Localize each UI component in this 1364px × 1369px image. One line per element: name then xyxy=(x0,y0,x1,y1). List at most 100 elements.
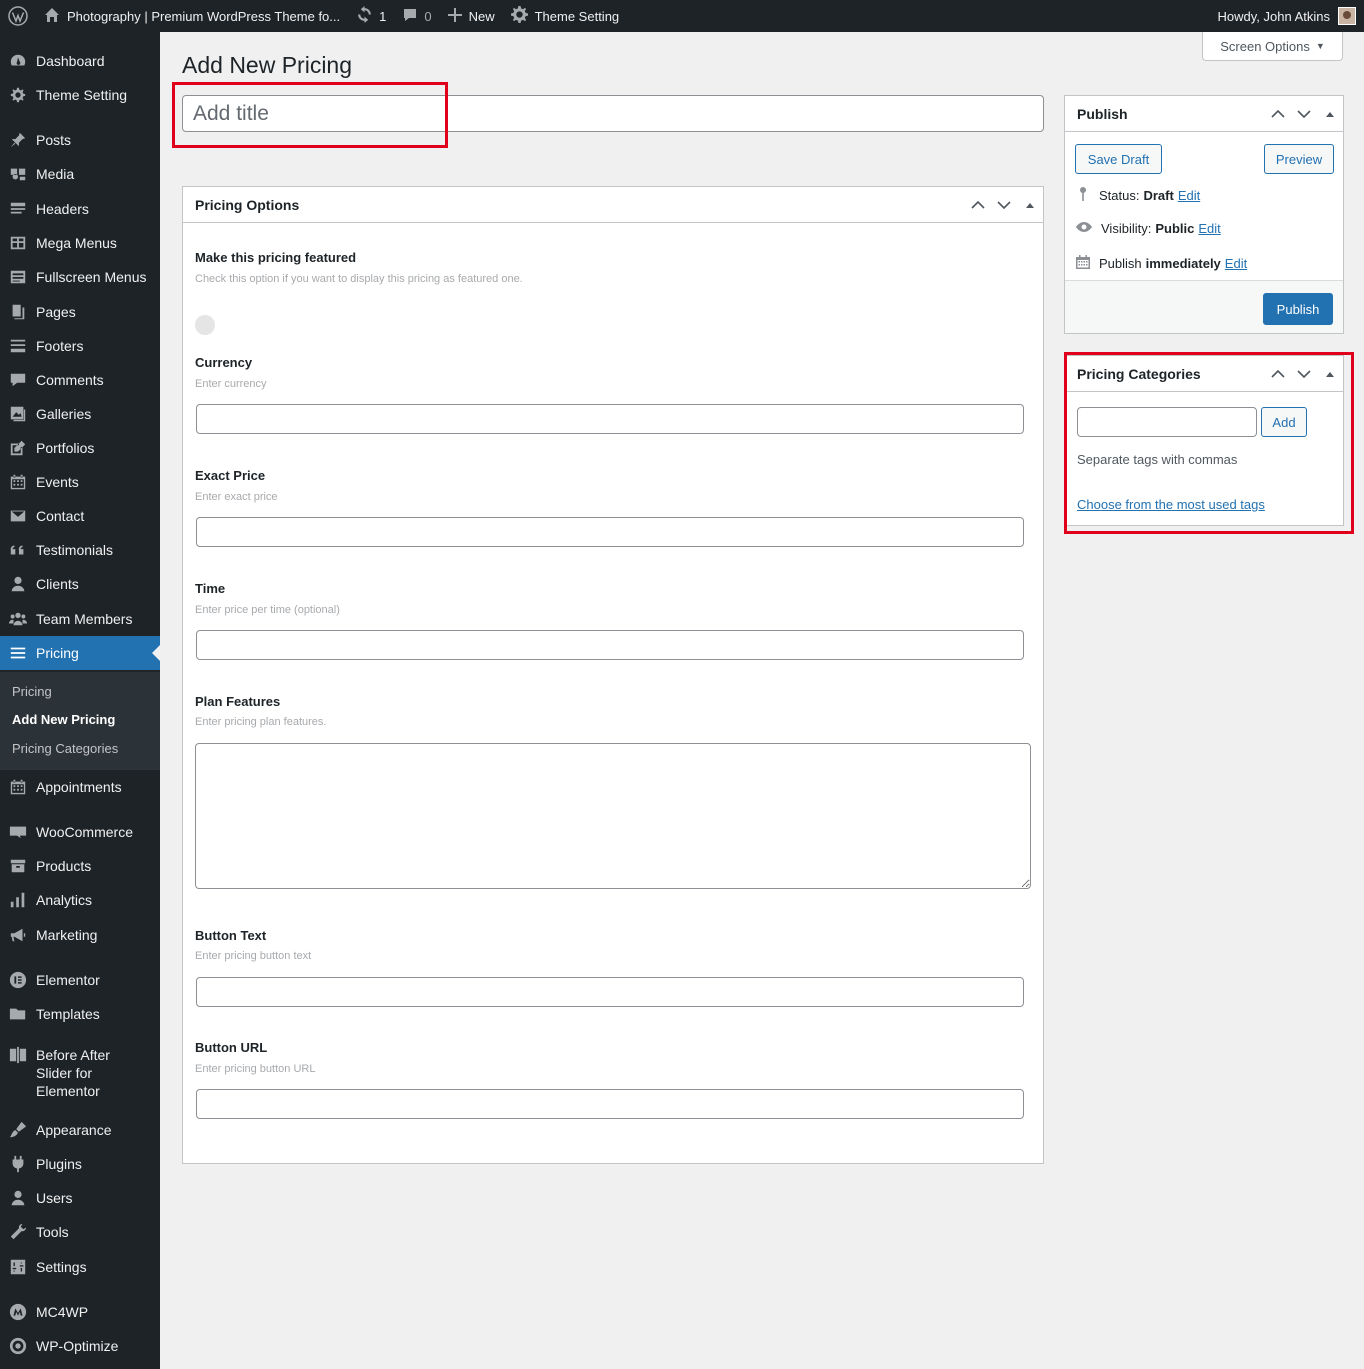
publish-label: Publish xyxy=(1099,256,1142,271)
sidebar-item-label: Mega Menus xyxy=(36,235,117,251)
sidebar-item-contact[interactable]: Contact xyxy=(0,499,160,533)
calendar-icon xyxy=(0,473,36,491)
sidebar-item-label: Products xyxy=(36,858,92,874)
sidebar-item-galleries[interactable]: Galleries xyxy=(0,397,160,431)
sidebar-item-plugins[interactable]: Plugins xyxy=(0,1147,160,1181)
theme-setting-link[interactable]: Theme Setting xyxy=(503,0,628,32)
site-name: Photography | Premium WordPress Theme fo… xyxy=(67,8,341,24)
sidebar-item-comments[interactable]: Comments xyxy=(0,363,160,397)
my-account-link[interactable]: Howdy, John Atkins xyxy=(1210,0,1364,32)
sidebar-item-clients[interactable]: Clients xyxy=(0,567,160,601)
submenu-item-pricing-categories[interactable]: Pricing Categories xyxy=(12,741,118,756)
portfolio-icon xyxy=(0,439,36,457)
sidebar-item-label: Appointments xyxy=(36,779,122,795)
publish-button[interactable]: Publish xyxy=(1263,293,1333,325)
sidebar-item-footers[interactable]: Footers xyxy=(0,329,160,363)
move-up-chevron-icon[interactable] xyxy=(965,187,991,223)
collapse-triangle-icon[interactable] xyxy=(1017,187,1043,223)
move-up-chevron-icon[interactable] xyxy=(1265,356,1291,392)
move-down-chevron-icon[interactable] xyxy=(1291,356,1317,392)
collapse-triangle-icon[interactable] xyxy=(1317,96,1343,132)
visibility-edit-link[interactable]: Edit xyxy=(1198,221,1220,236)
time-label: Time xyxy=(195,581,226,596)
sidebar-item-settings[interactable]: Settings xyxy=(0,1250,160,1284)
woo-icon xyxy=(0,823,36,841)
updates-link[interactable]: 1 xyxy=(348,0,394,32)
grid-icon xyxy=(0,234,36,252)
sidebar-item-analytics[interactable]: Analytics xyxy=(0,883,160,917)
sidebar-item-tools[interactable]: Tools xyxy=(0,1215,160,1249)
sidebar-item-users[interactable]: Users xyxy=(0,1181,160,1215)
button-url-input[interactable] xyxy=(196,1089,1024,1119)
sidebar-item-woocommerce[interactable]: WooCommerce xyxy=(0,815,160,849)
time-input[interactable] xyxy=(196,630,1024,660)
sidebar-item-label: Galleries xyxy=(36,406,92,422)
sidebar-item-mc4wp[interactable]: MC4WP xyxy=(0,1295,160,1329)
sidebar-item-label: Tools xyxy=(36,1224,69,1240)
sidebar-item-marketing[interactable]: Marketing xyxy=(0,918,160,952)
collapse-triangle-icon[interactable] xyxy=(1317,356,1343,392)
plan-features-textarea[interactable] xyxy=(195,743,1031,889)
save-draft-button[interactable]: Save Draft xyxy=(1075,144,1162,174)
exact-price-desc: Enter exact price xyxy=(195,491,278,503)
avatar xyxy=(1338,7,1356,25)
plugin-icon xyxy=(0,1155,36,1173)
sidebar-item-posts[interactable]: Posts xyxy=(0,123,160,157)
sidebar-item-label: Settings xyxy=(36,1259,87,1275)
site-name-link[interactable]: Photography | Premium WordPress Theme fo… xyxy=(36,0,348,32)
comments-link[interactable]: 0 xyxy=(394,0,439,32)
sidebar-item-pages[interactable]: Pages xyxy=(0,295,160,329)
status-edit-link[interactable]: Edit xyxy=(1178,188,1200,203)
featured-toggle[interactable] xyxy=(195,315,215,335)
slider-icon xyxy=(0,1046,36,1064)
gear-icon xyxy=(0,86,36,104)
sidebar-item-before-after-slider-for-elementor[interactable]: Before After Slider for Elementor xyxy=(0,1042,160,1099)
sidebar-item-label: Events xyxy=(36,474,79,490)
sidebar-item-mega-menus[interactable]: Mega Menus xyxy=(0,226,160,260)
header-icon xyxy=(0,200,36,218)
button-text-input[interactable] xyxy=(196,977,1024,1007)
new-content-link[interactable]: New xyxy=(440,0,503,32)
submenu-item-add-new-pricing[interactable]: Add New Pricing xyxy=(12,712,115,727)
title-input[interactable] xyxy=(182,95,1044,132)
caret-down-icon: ▼ xyxy=(1315,41,1325,51)
new-category-input[interactable] xyxy=(1077,407,1257,437)
comments-count: 0 xyxy=(424,8,432,24)
sidebar-item-theme-setting[interactable]: Theme Setting xyxy=(0,78,160,112)
sidebar-item-testimonials[interactable]: Testimonials xyxy=(0,533,160,567)
currency-input[interactable] xyxy=(196,404,1024,434)
move-down-chevron-icon[interactable] xyxy=(991,187,1017,223)
sidebar-item-appearance[interactable]: Appearance xyxy=(0,1113,160,1147)
sidebar-item-appointments[interactable]: Appointments xyxy=(0,770,160,804)
move-down-chevron-icon[interactable] xyxy=(1291,96,1317,132)
sidebar-item-label: Dashboard xyxy=(36,53,105,69)
menu-icon xyxy=(0,268,36,286)
currency-desc: Enter currency xyxy=(195,378,267,390)
add-category-button[interactable]: Add xyxy=(1261,407,1307,437)
preview-button[interactable]: Preview xyxy=(1264,144,1334,174)
comment-icon xyxy=(402,7,418,26)
sidebar-item-wp-optimize[interactable]: WP-Optimize xyxy=(0,1329,160,1363)
move-up-chevron-icon[interactable] xyxy=(1265,96,1291,132)
sidebar-item-label: Headers xyxy=(36,201,89,217)
sidebar-item-elementor[interactable]: Elementor xyxy=(0,963,160,997)
wordpress-logo-icon[interactable] xyxy=(0,0,36,32)
screen-options-button[interactable]: Screen Options ▼ xyxy=(1202,32,1343,61)
schedule-edit-link[interactable]: Edit xyxy=(1225,256,1247,271)
sidebar-item-headers[interactable]: Headers xyxy=(0,192,160,226)
sidebar-item-fullscreen-menus[interactable]: Fullscreen Menus xyxy=(0,260,160,294)
submenu-item-pricing[interactable]: Pricing xyxy=(12,684,52,699)
sidebar-item-media[interactable]: Media xyxy=(0,157,160,191)
screen-options-label: Screen Options xyxy=(1220,38,1310,54)
sidebar-item-events[interactable]: Events xyxy=(0,465,160,499)
sidebar-item-dashboard[interactable]: Dashboard xyxy=(0,44,160,78)
sidebar-item-team-members[interactable]: Team Members xyxy=(0,602,160,636)
exact-price-input[interactable] xyxy=(196,517,1024,547)
pricing-options-header: Pricing Options xyxy=(183,187,1043,223)
sidebar-item-templates[interactable]: Templates xyxy=(0,997,160,1031)
sidebar-item-products[interactable]: Products xyxy=(0,849,160,883)
most-used-tags-link[interactable]: Choose from the most used tags xyxy=(1077,497,1265,512)
sidebar-item-portfolios[interactable]: Portfolios xyxy=(0,431,160,465)
sidebar-item-pricing[interactable]: Pricing xyxy=(0,636,160,670)
sidebar-item-label: Contact xyxy=(36,508,85,524)
